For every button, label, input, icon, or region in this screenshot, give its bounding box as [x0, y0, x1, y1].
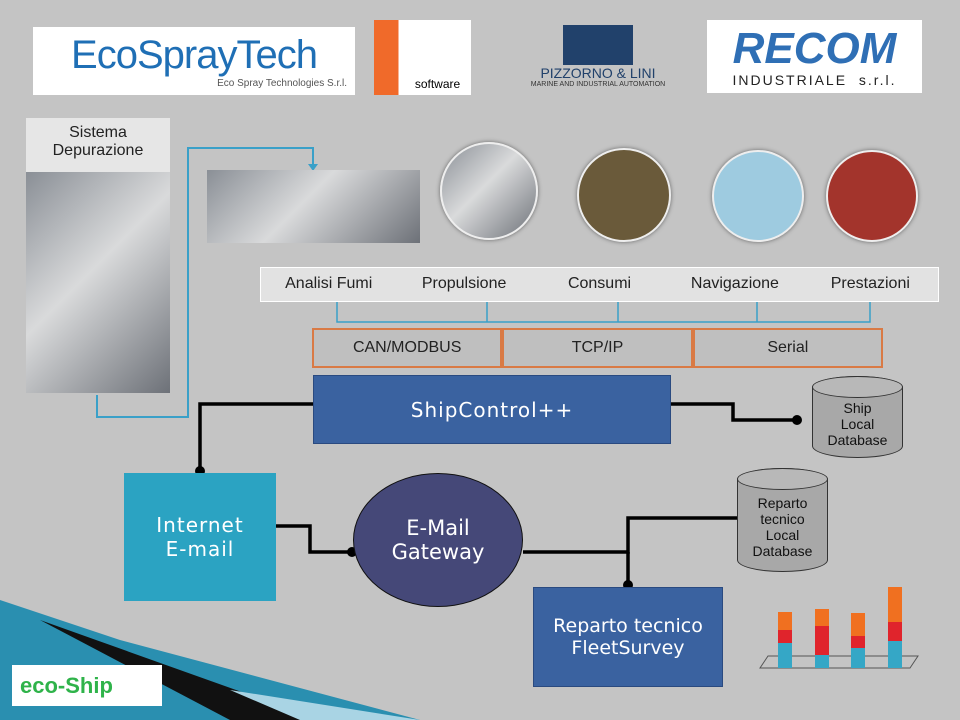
reparto-local-database: Reparto tecnico Local Database: [737, 468, 828, 572]
logo-sub: software: [414, 77, 461, 91]
eco-ship-logo: eco-Ship: [12, 665, 162, 706]
logo-text: EcoSprayTech: [71, 33, 318, 77]
email-gateway-node: E-Mail Gateway: [353, 473, 523, 607]
logo-sub: Eco Spray Technologies S.r.l.: [217, 78, 347, 89]
fleetsurvey-node: Reparto tecnico FleetSurvey: [533, 587, 723, 687]
category-navigazione: Navigazione: [690, 275, 779, 292]
category-consumi: Consumi: [567, 275, 632, 292]
internet-email-node: Internet E-mail: [124, 473, 276, 601]
chart-bar: [778, 612, 792, 668]
protocol-tcp-ip: TCP/IP: [502, 328, 693, 368]
logo-text: RECOM: [732, 23, 897, 73]
category-propulsione: Propulsione: [421, 275, 507, 292]
sistema-depurazione-label: Sistema Depurazione: [26, 118, 170, 172]
protocol-bar: CAN/MODBUS TCP/IP Serial: [312, 328, 883, 368]
category-bar: Analisi Fumi Propulsione Consumi Navigaz…: [260, 267, 939, 302]
spray-lance-photo: [207, 170, 420, 243]
ship-local-database: Ship Local Database: [812, 376, 903, 458]
recom-logo: RECOM INDUSTRIALE s.r.l.: [707, 20, 922, 93]
category-analisi-fumi: Analisi Fumi: [285, 275, 373, 292]
protocol-can-modbus: CAN/MODBUS: [312, 328, 503, 368]
chart-bar: [815, 609, 829, 668]
chart-icon: [759, 587, 919, 669]
chart-bar: [851, 613, 865, 668]
propeller-photo: [440, 142, 538, 240]
protocol-serial: Serial: [692, 328, 883, 368]
be-software-logo: software: [374, 20, 471, 95]
engine-room-photo: [577, 148, 671, 242]
logo-sub: INDUSTRIALE s.r.l.: [732, 71, 897, 88]
logo-text: eco-Ship: [20, 672, 113, 698]
scrubber-photo: [26, 172, 170, 393]
category-prestazioni: Prestazioni: [830, 275, 910, 292]
shipcontrol-node: ShipControl++: [313, 375, 671, 444]
pizzorno-lini-logo: PIZZORNO & LINI MARINE AND INDUSTRIAL AU…: [508, 25, 688, 100]
nautical-chart-photo: [712, 150, 804, 242]
chart-bar: [888, 587, 902, 668]
hull-photo: [826, 150, 918, 242]
logo-text: PIZZORNO & LINI: [540, 65, 656, 81]
ecospraytech-logo: EcoSprayTech Eco Spray Technologies S.r.…: [33, 27, 355, 95]
logo-sub: MARINE AND INDUSTRIAL AUTOMATION: [530, 81, 666, 88]
